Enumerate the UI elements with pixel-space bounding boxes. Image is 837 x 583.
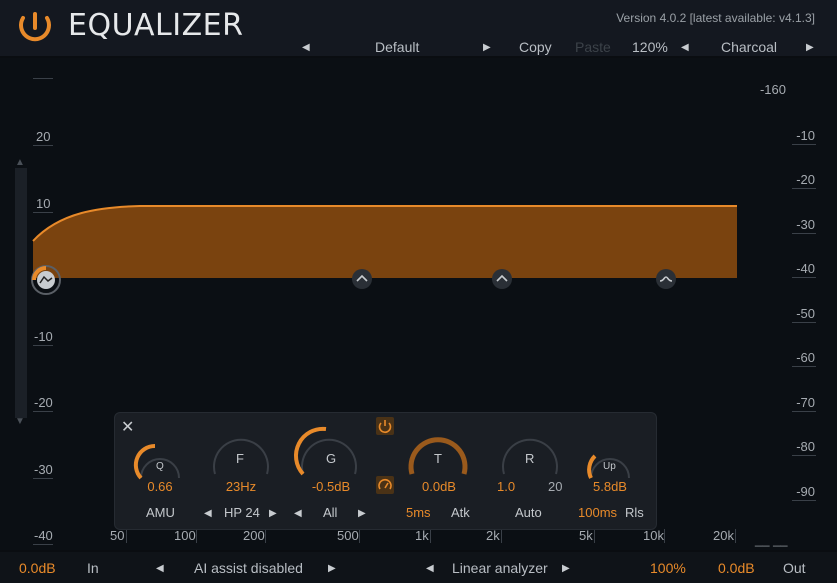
channel-next-arrow-icon[interactable]: ▶	[358, 508, 366, 519]
freq-label: 2k	[486, 528, 500, 543]
filter-prev-arrow-icon[interactable]: ◀	[204, 508, 212, 519]
freq-tick	[594, 529, 595, 543]
filter-next-arrow-icon[interactable]: ▶	[269, 508, 277, 519]
freq-tick	[196, 529, 197, 543]
freq-label: 20k	[713, 528, 734, 543]
band-3-node-icon[interactable]	[491, 268, 513, 290]
channel-selector[interactable]: All	[323, 505, 337, 520]
q-value: 0.66	[147, 479, 173, 494]
ai-assist-selector[interactable]: AI assist disabled	[194, 560, 303, 576]
ratio-max-value: 20	[548, 479, 563, 494]
output-gain-value[interactable]: 0.0dB	[718, 560, 755, 576]
threshold-knob-label: T	[434, 451, 442, 466]
freq-tick	[265, 529, 266, 543]
gauge-icon	[378, 478, 392, 490]
ratio-knob-label: R	[525, 451, 535, 466]
band-1-node-icon[interactable]	[30, 264, 64, 298]
freq-label: 200	[243, 528, 265, 543]
ratio-value: 1.0	[497, 479, 516, 494]
analyzer-prev-arrow-icon[interactable]: ◀	[426, 563, 434, 574]
band-2-node-icon[interactable]	[351, 268, 373, 290]
auto-button[interactable]: Auto	[515, 505, 542, 520]
freq-label: 500	[337, 528, 359, 543]
frequency-value: 23Hz	[225, 479, 257, 494]
release-value[interactable]: 100ms	[578, 505, 617, 520]
analyzer-mode-selector[interactable]: Linear analyzer	[452, 560, 548, 576]
amu-button[interactable]: AMU	[146, 505, 175, 520]
attack-label: Atk	[451, 505, 470, 520]
freq-tick	[735, 529, 736, 543]
upward-knob-label: Up	[603, 461, 616, 472]
q-knob-label: Q	[156, 461, 164, 472]
freq-tick	[664, 529, 665, 543]
frequency-knob-label: F	[236, 451, 244, 466]
output-gain-label: Out	[783, 560, 806, 576]
input-gain-label: In	[87, 560, 99, 576]
mix-value[interactable]: 100%	[650, 560, 686, 576]
band-enable-button[interactable]	[376, 417, 394, 435]
threshold-value: 0.0dB	[422, 479, 456, 494]
attack-value[interactable]: 5ms	[406, 505, 431, 520]
output-meter-marks: __ __	[755, 532, 788, 547]
freq-tick	[501, 529, 502, 543]
input-gain-value[interactable]: 0.0dB	[19, 560, 56, 576]
close-icon[interactable]: ✕	[121, 417, 134, 437]
power-icon	[378, 420, 392, 434]
gain-knob-label: G	[326, 451, 337, 466]
channel-prev-arrow-icon[interactable]: ◀	[294, 508, 302, 519]
release-label: Rls	[625, 505, 644, 520]
band-4-node-icon[interactable]	[655, 268, 677, 290]
eq-curve-fill	[33, 206, 737, 278]
freq-label: 1k	[415, 528, 429, 543]
freq-label: 50	[110, 528, 125, 543]
freq-label: 100	[174, 528, 196, 543]
freq-tick	[430, 529, 431, 543]
ai-prev-arrow-icon[interactable]: ◀	[156, 563, 164, 574]
analyzer-next-arrow-icon[interactable]: ▶	[562, 563, 570, 574]
ai-next-arrow-icon[interactable]: ▶	[328, 563, 336, 574]
freq-label: 5k	[579, 528, 593, 543]
upward-value: 5.8dB	[593, 479, 627, 494]
freq-label: 10k	[643, 528, 664, 543]
freq-tick	[126, 529, 127, 543]
filter-type-selector[interactable]: HP 24	[224, 505, 260, 520]
bottom-bar	[0, 552, 837, 583]
dynamics-toggle-button[interactable]	[376, 476, 394, 494]
freq-tick	[359, 529, 360, 543]
gain-value: -0.5dB	[311, 479, 351, 494]
